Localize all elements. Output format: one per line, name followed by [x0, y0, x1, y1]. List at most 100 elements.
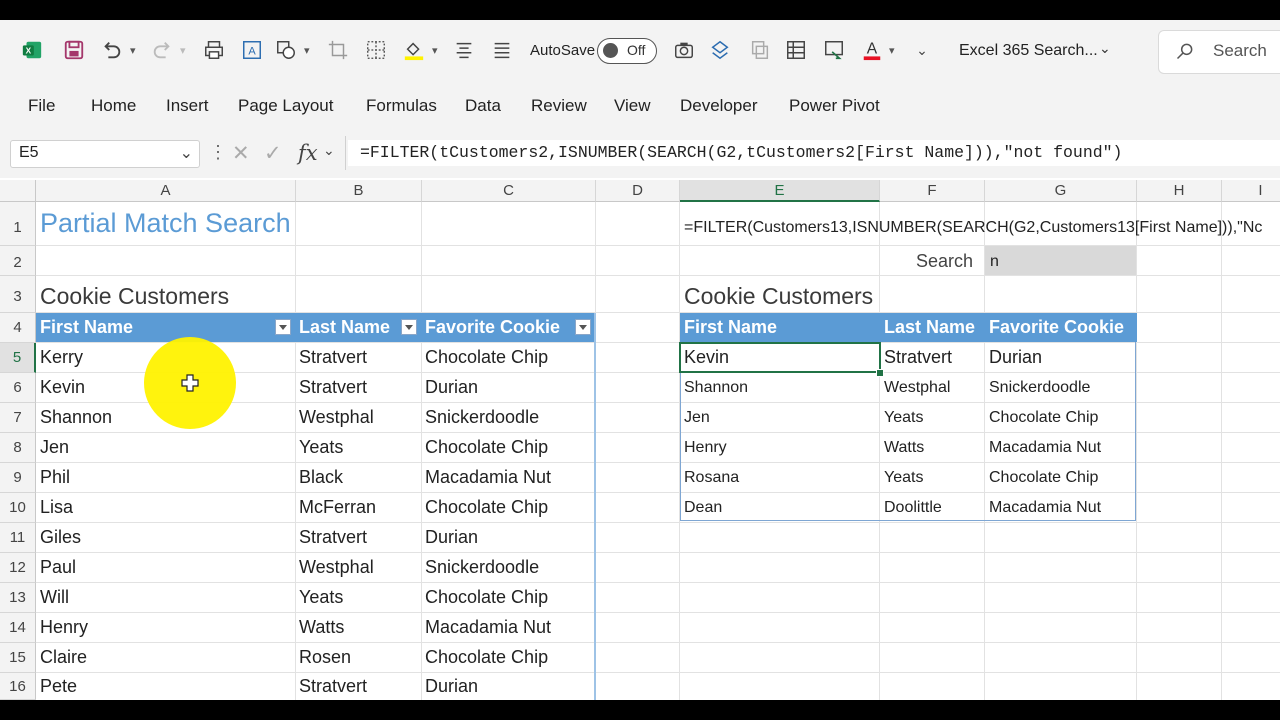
- share-icon[interactable]: [708, 38, 732, 62]
- name-box-dropdown-icon[interactable]: ⌄: [180, 143, 193, 163]
- right-cell-favorite-cookie[interactable]: Snickerdoodle: [989, 379, 1090, 397]
- name-box[interactable]: E5 ⌄: [10, 140, 200, 168]
- left-cell-last-name[interactable]: Stratvert: [299, 347, 367, 368]
- row-header-10[interactable]: 10: [0, 493, 36, 523]
- right-header-last-name[interactable]: Last Name: [884, 317, 975, 338]
- camera-icon[interactable]: [672, 38, 696, 62]
- row-header-13[interactable]: 13: [0, 583, 36, 613]
- column-header-i[interactable]: I: [1222, 180, 1280, 202]
- right-cell-first-name[interactable]: Kevin: [684, 347, 729, 368]
- right-cell-last-name[interactable]: Yeats: [884, 409, 923, 427]
- customize-qat-icon[interactable]: ⌄: [910, 38, 934, 62]
- print-icon[interactable]: [202, 38, 226, 62]
- right-cell-favorite-cookie[interactable]: Chocolate Chip: [989, 469, 1098, 487]
- left-cell-first-name[interactable]: Shannon: [40, 407, 112, 428]
- left-cell-first-name[interactable]: Henry: [40, 617, 88, 638]
- sheet-title[interactable]: Partial Match Search: [40, 208, 291, 239]
- column-header-d[interactable]: D: [596, 180, 680, 202]
- left-cell-first-name[interactable]: Kerry: [40, 347, 83, 368]
- right-cell-first-name[interactable]: Shannon: [684, 379, 748, 397]
- column-header-e[interactable]: E: [680, 180, 880, 202]
- tab-page-layout[interactable]: Page Layout: [238, 96, 333, 116]
- left-cell-favorite-cookie[interactable]: Chocolate Chip: [425, 437, 548, 458]
- left-cell-last-name[interactable]: McFerran: [299, 497, 376, 518]
- column-header-b[interactable]: B: [296, 180, 422, 202]
- left-cell-favorite-cookie[interactable]: Macadamia Nut: [425, 467, 551, 488]
- left-cell-last-name[interactable]: Rosen: [299, 647, 351, 668]
- insert-function-icon[interactable]: fx: [298, 141, 318, 165]
- right-cell-first-name[interactable]: Henry: [684, 439, 727, 457]
- save-icon[interactable]: [62, 38, 86, 62]
- center-align-icon[interactable]: [452, 38, 476, 62]
- right-cell-favorite-cookie[interactable]: Macadamia Nut: [989, 499, 1101, 517]
- font-color-dropdown-icon[interactable]: ▾: [889, 44, 895, 57]
- row-header-6[interactable]: 6: [0, 373, 36, 403]
- column-header-g[interactable]: G: [985, 180, 1137, 202]
- fill-handle[interactable]: [876, 369, 884, 377]
- redo-icon[interactable]: [150, 38, 174, 62]
- present-icon[interactable]: [822, 38, 846, 62]
- right-cell-favorite-cookie[interactable]: Chocolate Chip: [989, 409, 1098, 427]
- justify-align-icon[interactable]: [490, 38, 514, 62]
- font-color-icon[interactable]: A: [860, 38, 884, 62]
- left-cell-favorite-cookie[interactable]: Macadamia Nut: [425, 617, 551, 638]
- right-cell-last-name[interactable]: Stratvert: [884, 347, 952, 368]
- right-cell-first-name[interactable]: Jen: [684, 409, 710, 427]
- tab-formulas[interactable]: Formulas: [366, 96, 437, 116]
- row-header-11[interactable]: 11: [0, 523, 36, 553]
- right-header-favorite-cookie[interactable]: Favorite Cookie: [989, 317, 1124, 338]
- column-header-a[interactable]: A: [36, 180, 296, 202]
- row-header-8[interactable]: 8: [0, 433, 36, 463]
- enter-icon[interactable]: ✓: [264, 141, 282, 166]
- workbook-title[interactable]: Excel 365 Search...: [959, 42, 1098, 60]
- left-cell-last-name[interactable]: Yeats: [299, 437, 343, 458]
- more-options-icon[interactable]: ⋮: [209, 142, 227, 163]
- form-icon[interactable]: [784, 38, 808, 62]
- left-cell-favorite-cookie[interactable]: Snickerdoodle: [425, 407, 539, 428]
- left-cell-last-name[interactable]: Stratvert: [299, 676, 367, 697]
- cell-e1-formula-text[interactable]: =FILTER(Customers13,ISNUMBER(SEARCH(G2,C…: [684, 219, 1280, 237]
- left-header-last-name[interactable]: Last Name: [299, 317, 390, 338]
- tab-developer[interactable]: Developer: [680, 96, 758, 116]
- crop-icon[interactable]: [326, 38, 350, 62]
- tab-data[interactable]: Data: [465, 96, 501, 116]
- search-input-cell[interactable]: [985, 246, 1136, 275]
- fx-dropdown-icon[interactable]: ⌄: [323, 142, 335, 159]
- right-cell-last-name[interactable]: Yeats: [884, 469, 923, 487]
- left-table-title[interactable]: Cookie Customers: [40, 283, 229, 310]
- left-cell-favorite-cookie[interactable]: Chocolate Chip: [425, 647, 548, 668]
- left-header-favorite-cookie[interactable]: Favorite Cookie: [425, 317, 560, 338]
- filter-dropdown-icon[interactable]: [575, 319, 591, 335]
- row-header-2[interactable]: 2: [0, 246, 36, 276]
- fill-color-icon[interactable]: [402, 38, 426, 62]
- left-cell-favorite-cookie[interactable]: Chocolate Chip: [425, 347, 548, 368]
- left-cell-favorite-cookie[interactable]: Chocolate Chip: [425, 497, 548, 518]
- left-cell-last-name[interactable]: Yeats: [299, 587, 343, 608]
- select-all-corner[interactable]: [0, 180, 36, 202]
- search-box[interactable]: Search: [1158, 30, 1280, 74]
- left-header-first-name[interactable]: First Name: [40, 317, 133, 338]
- tab-home[interactable]: Home: [91, 96, 136, 116]
- column-header-f[interactable]: F: [880, 180, 985, 202]
- borders-icon[interactable]: [364, 38, 388, 62]
- tab-insert[interactable]: Insert: [166, 96, 209, 116]
- title-dropdown-icon[interactable]: ⌄: [1099, 40, 1111, 57]
- fill-color-dropdown-icon[interactable]: ▾: [432, 44, 438, 57]
- right-cell-favorite-cookie[interactable]: Durian: [989, 347, 1042, 368]
- left-cell-favorite-cookie[interactable]: Snickerdoodle: [425, 557, 539, 578]
- undo-icon[interactable]: [100, 38, 124, 62]
- shapes-icon[interactable]: [274, 38, 298, 62]
- copy-icon[interactable]: [748, 38, 772, 62]
- tab-view[interactable]: View: [614, 96, 651, 116]
- right-table-title[interactable]: Cookie Customers: [684, 283, 873, 310]
- left-cell-first-name[interactable]: Jen: [40, 437, 69, 458]
- autosave-toggle[interactable]: Off: [597, 38, 657, 64]
- redo-dropdown-icon[interactable]: ▾: [180, 44, 186, 57]
- left-cell-favorite-cookie[interactable]: Durian: [425, 527, 478, 548]
- left-cell-first-name[interactable]: Claire: [40, 647, 87, 668]
- cancel-icon[interactable]: ✕: [232, 141, 250, 166]
- tab-review[interactable]: Review: [531, 96, 587, 116]
- left-cell-first-name[interactable]: Lisa: [40, 497, 73, 518]
- left-cell-first-name[interactable]: Giles: [40, 527, 81, 548]
- row-header-3[interactable]: 3: [0, 276, 36, 313]
